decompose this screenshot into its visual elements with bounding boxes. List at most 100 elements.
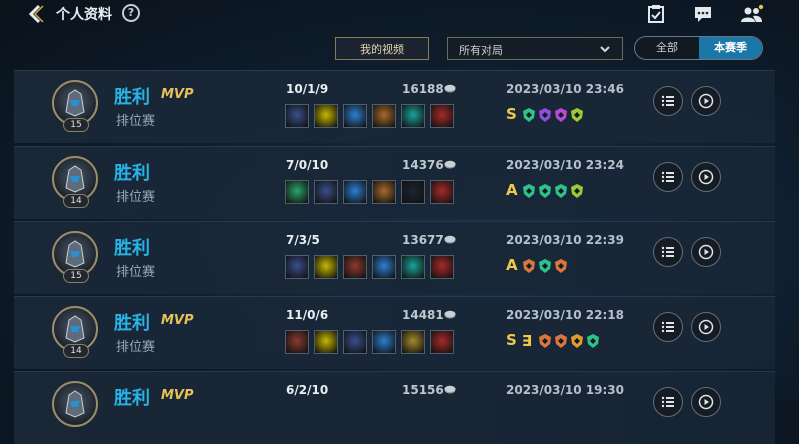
match-mode: 排位赛: [116, 340, 156, 355]
item-icon[interactable]: [285, 180, 309, 204]
list-icon: [661, 95, 674, 107]
achievement-badge-icon: [554, 183, 568, 199]
item-icon[interactable]: [401, 180, 425, 204]
item-icon[interactable]: [343, 180, 367, 204]
toggle-season[interactable]: 本赛季: [699, 37, 762, 59]
gold-coin-icon: [444, 310, 456, 319]
gold-amount: 14481: [402, 308, 444, 322]
gold-amount: 16188: [402, 82, 444, 96]
match-result: 胜利: [114, 163, 150, 184]
match-date: 2023/03/10 23:24: [506, 158, 624, 172]
match-mode: 排位赛: [116, 190, 156, 205]
kda-stat: 7/3/5: [286, 233, 320, 247]
achievement-badge-icon: [570, 183, 584, 199]
achievement-badge-icon: [538, 258, 552, 274]
list-icon: [661, 396, 674, 408]
achievement-badge-icon: [554, 107, 568, 123]
match-row[interactable]: 14 胜利 排位赛 7/0/10 14376 2023/03/10 23:24 A: [14, 146, 775, 219]
match-grade: S: [506, 331, 517, 349]
match-row[interactable]: 15 胜利 排位赛 7/3/5 13677 2023/03/10 22:39 A: [14, 221, 775, 294]
hero-level-badge: 14: [63, 194, 89, 208]
item-icon[interactable]: [401, 104, 425, 128]
item-icon[interactable]: [372, 255, 396, 279]
replay-icon: [698, 244, 714, 260]
mvp-badge: MVP: [161, 313, 194, 328]
item-icon[interactable]: [401, 255, 425, 279]
item-icon[interactable]: [430, 180, 454, 204]
achievement-badge-icon: [554, 258, 568, 274]
item-icon[interactable]: [430, 255, 454, 279]
item-icon[interactable]: [285, 330, 309, 354]
avatar[interactable]: [52, 381, 98, 427]
my-videos-button[interactable]: 我的视频: [335, 37, 429, 60]
item-icon[interactable]: [343, 330, 367, 354]
match-result: 胜利: [114, 87, 150, 108]
chevron-down-icon: [600, 46, 610, 53]
question-icon[interactable]: ?: [122, 4, 140, 22]
kda-stat: 6/2/10: [286, 383, 329, 397]
item-icon[interactable]: [314, 330, 338, 354]
item-icon[interactable]: [343, 104, 367, 128]
match-replay-button[interactable]: [691, 86, 721, 116]
gold-coin-icon: [444, 385, 456, 394]
match-replay-button[interactable]: [691, 312, 721, 342]
chat-icon[interactable]: [693, 4, 715, 26]
achievement-badge-icon: [554, 333, 568, 349]
match-row[interactable]: 15 胜利 MVP 排位赛 10/1/9 16188 2023/03/10 23:46 S: [14, 70, 775, 143]
achievement-badge-icon: [538, 107, 552, 123]
match-row[interactable]: 14 胜利 MVP 排位赛 11/0/6 14481 2023/03/10 22:18 S ∃: [14, 296, 775, 369]
kda-stat: 11/0/6: [286, 308, 329, 322]
mvp-badge: MVP: [161, 87, 194, 102]
item-icon[interactable]: [372, 330, 396, 354]
item-icon[interactable]: [401, 330, 425, 354]
achievement-badge-icon: [522, 183, 536, 199]
item-icon[interactable]: [430, 104, 454, 128]
match-result: 胜利: [114, 388, 150, 409]
match-replay-button[interactable]: [691, 387, 721, 417]
match-result: 胜利: [114, 238, 150, 259]
replay-icon: [698, 319, 714, 335]
match-detail-button[interactable]: [653, 162, 683, 192]
match-detail-button[interactable]: [653, 237, 683, 267]
item-icon[interactable]: [285, 255, 309, 279]
back-button[interactable]: [26, 3, 48, 25]
list-icon: [661, 171, 674, 183]
gold-amount: 14376: [402, 158, 444, 172]
match-replay-button[interactable]: [691, 162, 721, 192]
item-icon[interactable]: [343, 255, 367, 279]
match-filter-value: 所有对局: [459, 44, 503, 57]
kda-stat: 10/1/9: [286, 82, 329, 96]
item-icon[interactable]: [372, 180, 396, 204]
item-icon[interactable]: [285, 104, 309, 128]
friends-icon[interactable]: [740, 4, 764, 26]
item-icon[interactable]: [314, 180, 338, 204]
gold-coin-icon: [444, 235, 456, 244]
match-replay-button[interactable]: [691, 237, 721, 267]
match-date: 2023/03/10 22:18: [506, 308, 624, 322]
match-detail-button[interactable]: [653, 86, 683, 116]
gold-coin-icon: [444, 160, 456, 169]
toggle-all[interactable]: 全部: [635, 37, 699, 59]
gold-amount: 15156: [402, 383, 444, 397]
gold-coin-icon: [444, 84, 456, 93]
checklist-icon[interactable]: [646, 4, 668, 26]
achievement-badge-icon: [522, 258, 536, 274]
hero-level-badge: 15: [63, 118, 89, 132]
hero-level-badge: 15: [63, 269, 89, 283]
match-row[interactable]: 胜利 MVP 6/2/10 15156 2023/03/10 19:30: [14, 371, 775, 444]
item-icon[interactable]: [314, 104, 338, 128]
match-date: 2023/03/10 22:39: [506, 233, 624, 247]
replay-icon: [698, 394, 714, 410]
match-grade: A: [506, 256, 518, 274]
match-filter-select[interactable]: 所有对局: [447, 37, 623, 60]
achievement-badge-icon: [570, 333, 584, 349]
match-date: 2023/03/10 23:46: [506, 82, 624, 96]
hero-level-badge: 14: [63, 344, 89, 358]
item-icon[interactable]: [430, 330, 454, 354]
item-icon[interactable]: [372, 104, 396, 128]
match-detail-button[interactable]: [653, 312, 683, 342]
match-mode: 排位赛: [116, 265, 156, 280]
list-icon: [661, 246, 674, 258]
match-detail-button[interactable]: [653, 387, 683, 417]
item-icon[interactable]: [314, 255, 338, 279]
